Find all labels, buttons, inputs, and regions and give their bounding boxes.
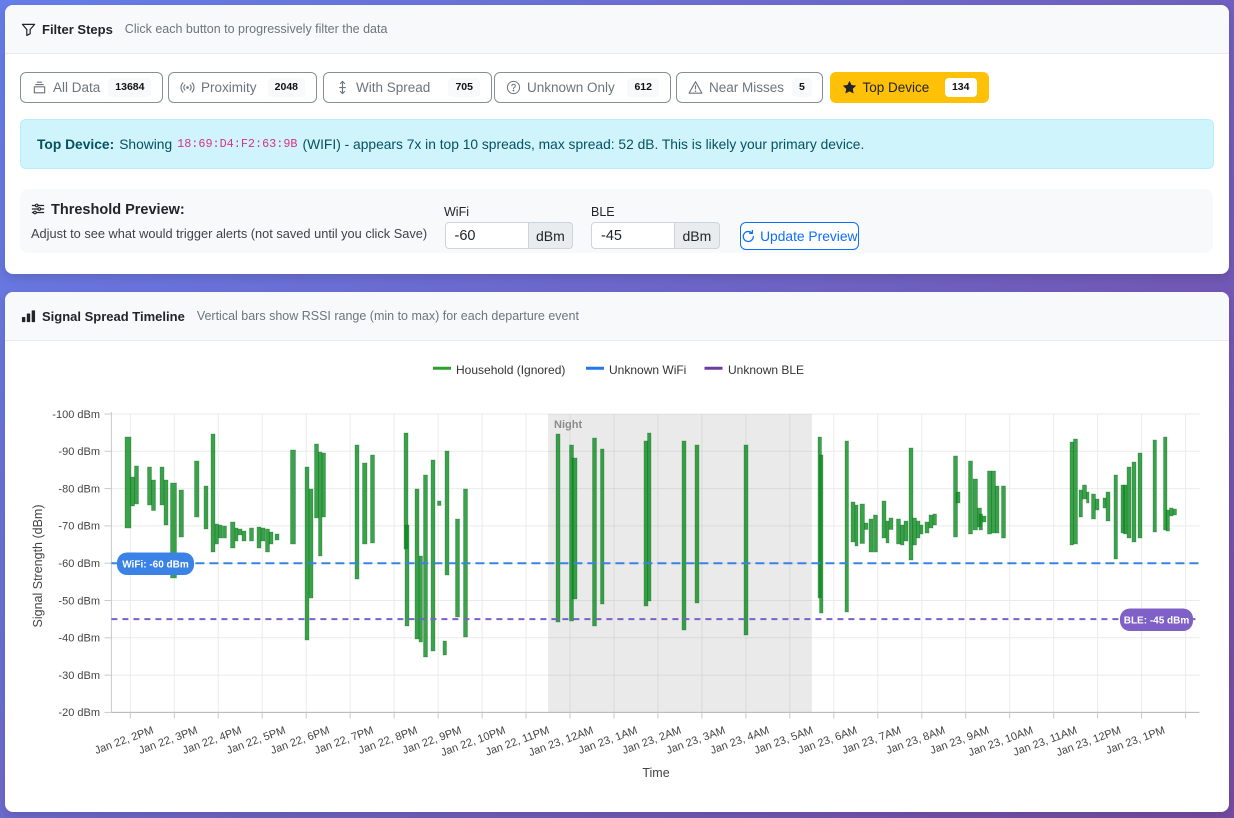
svg-text:Unknown BLE: Unknown BLE: [728, 363, 804, 377]
svg-text:-70 dBm: -70 dBm: [58, 521, 100, 533]
svg-text:-50 dBm: -50 dBm: [58, 595, 100, 607]
svg-text:-90 dBm: -90 dBm: [58, 446, 100, 458]
svg-text:Household (Ignored): Household (Ignored): [456, 363, 565, 377]
svg-text:-60 dBm: -60 dBm: [58, 558, 100, 570]
svg-text:WiFi: -60 dBm: WiFi: -60 dBm: [122, 560, 189, 571]
svg-text:-100 dBm: -100 dBm: [52, 409, 100, 421]
svg-text:BLE: -45 dBm: BLE: -45 dBm: [1124, 616, 1190, 627]
svg-text:Unknown WiFi: Unknown WiFi: [609, 363, 686, 377]
svg-text:-20 dBm: -20 dBm: [58, 707, 100, 719]
svg-text:Signal Strength (dBm): Signal Strength (dBm): [31, 505, 45, 628]
svg-text:-40 dBm: -40 dBm: [58, 633, 100, 645]
svg-text:-30 dBm: -30 dBm: [58, 670, 100, 682]
svg-text:Time: Time: [642, 766, 669, 780]
svg-text:Night: Night: [554, 419, 582, 431]
svg-text:-80 dBm: -80 dBm: [58, 483, 100, 495]
